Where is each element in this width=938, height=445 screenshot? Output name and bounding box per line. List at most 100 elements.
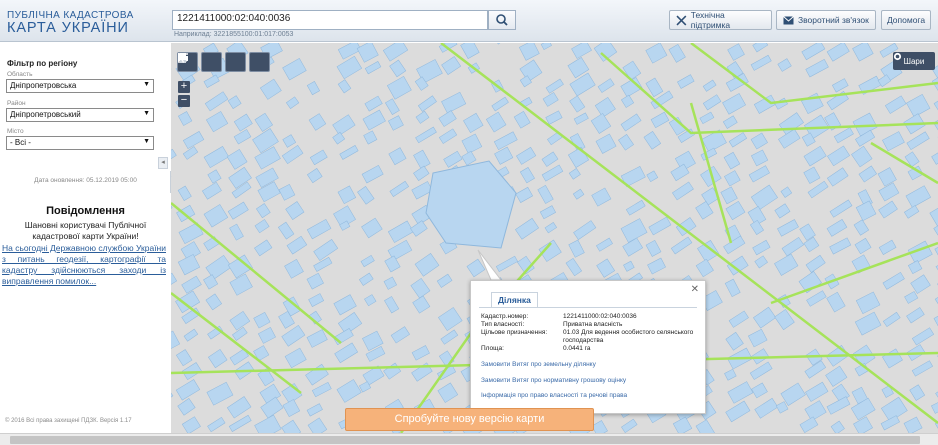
land-parcel[interactable] xyxy=(805,58,829,78)
land-parcel[interactable] xyxy=(286,235,308,255)
land-parcel[interactable] xyxy=(229,223,244,241)
land-parcel[interactable] xyxy=(201,181,222,200)
land-parcel[interactable] xyxy=(853,219,870,236)
land-parcel[interactable] xyxy=(177,185,192,201)
land-parcel[interactable] xyxy=(750,184,778,210)
land-parcel[interactable] xyxy=(466,258,486,278)
land-parcel[interactable] xyxy=(853,416,873,433)
land-parcel[interactable] xyxy=(203,236,220,251)
land-parcel[interactable] xyxy=(833,127,854,144)
land-parcel[interactable] xyxy=(749,361,773,380)
search-input[interactable]: 1221411000:02:040:0036 xyxy=(172,10,488,30)
identify-tool[interactable] xyxy=(178,52,270,72)
land-parcel[interactable] xyxy=(232,326,248,341)
land-parcel[interactable] xyxy=(336,379,362,403)
land-parcel[interactable] xyxy=(284,258,304,279)
land-parcel[interactable] xyxy=(177,398,196,416)
land-parcel[interactable] xyxy=(518,43,540,61)
land-parcel[interactable] xyxy=(281,144,304,165)
land-parcel[interactable] xyxy=(749,219,764,235)
land-parcel[interactable] xyxy=(695,258,714,278)
land-parcel[interactable] xyxy=(203,204,229,228)
land-parcel[interactable] xyxy=(539,205,557,220)
land-parcel[interactable] xyxy=(282,57,307,81)
land-parcel[interactable] xyxy=(695,419,715,433)
land-parcel[interactable] xyxy=(754,397,779,419)
land-parcel[interactable] xyxy=(777,219,799,237)
land-parcel[interactable] xyxy=(670,236,693,255)
land-parcel[interactable] xyxy=(171,272,178,293)
land-parcel[interactable] xyxy=(751,149,769,167)
land-parcel[interactable] xyxy=(226,396,252,419)
land-parcel[interactable] xyxy=(858,165,877,183)
land-parcel[interactable] xyxy=(436,273,453,288)
land-parcel[interactable] xyxy=(362,109,386,131)
land-parcel[interactable] xyxy=(205,293,223,311)
land-parcel[interactable] xyxy=(541,151,559,167)
land-parcel[interactable] xyxy=(646,170,659,183)
land-parcel[interactable] xyxy=(364,294,377,307)
land-parcel[interactable] xyxy=(801,43,826,61)
land-parcel[interactable] xyxy=(308,293,325,307)
land-parcel[interactable] xyxy=(702,94,722,111)
land-parcel[interactable] xyxy=(385,98,400,115)
land-parcel[interactable] xyxy=(878,200,898,219)
land-parcel[interactable] xyxy=(677,74,695,89)
land-parcel[interactable] xyxy=(515,186,534,203)
popup-link[interactable]: Замовити Витяг про нормативну грошову оц… xyxy=(481,377,626,384)
land-parcel[interactable] xyxy=(388,115,404,131)
land-parcel[interactable] xyxy=(878,182,900,202)
land-parcel[interactable] xyxy=(572,188,585,200)
region-select[interactable]: Дніпропетровська ▼ xyxy=(6,79,154,93)
land-parcel[interactable] xyxy=(311,381,332,398)
popup-link[interactable]: Інформація про право власності та речові… xyxy=(481,392,627,399)
land-parcel[interactable] xyxy=(175,349,193,367)
land-parcel[interactable] xyxy=(305,363,329,386)
land-parcel[interactable] xyxy=(907,260,923,275)
land-parcel[interactable] xyxy=(387,220,414,243)
land-parcel[interactable] xyxy=(724,278,741,298)
print-button[interactable] xyxy=(178,52,246,72)
land-parcel[interactable] xyxy=(386,76,412,100)
close-icon[interactable]: ✕ xyxy=(691,284,699,295)
zoom-in-button[interactable]: + xyxy=(178,81,190,93)
land-parcel[interactable] xyxy=(313,239,339,261)
land-parcel[interactable] xyxy=(334,342,359,364)
land-parcel[interactable] xyxy=(727,381,754,404)
support-button[interactable]: Технічна підтримка xyxy=(669,10,772,30)
land-parcel[interactable] xyxy=(332,131,346,145)
land-parcel[interactable] xyxy=(728,132,748,148)
land-parcel[interactable] xyxy=(203,74,220,88)
land-parcel[interactable] xyxy=(672,181,694,201)
land-parcel[interactable] xyxy=(775,401,789,414)
land-parcel[interactable] xyxy=(807,180,829,199)
land-parcel[interactable] xyxy=(181,275,202,294)
land-parcel[interactable] xyxy=(443,150,463,168)
land-parcel[interactable] xyxy=(336,55,363,80)
land-parcel[interactable] xyxy=(595,133,617,154)
land-parcel[interactable] xyxy=(544,222,558,234)
land-parcel[interactable] xyxy=(931,147,938,165)
land-parcel[interactable] xyxy=(182,131,205,150)
land-parcel[interactable] xyxy=(332,114,356,136)
land-parcel[interactable] xyxy=(306,329,328,348)
land-parcel[interactable] xyxy=(648,216,672,236)
land-parcel[interactable] xyxy=(489,43,511,45)
land-parcel[interactable] xyxy=(313,256,333,272)
land-parcel[interactable] xyxy=(306,403,323,417)
land-parcel[interactable] xyxy=(911,327,935,346)
land-parcel[interactable] xyxy=(383,362,402,380)
land-parcel[interactable] xyxy=(417,95,437,112)
land-parcel[interactable] xyxy=(803,166,821,184)
land-parcel[interactable] xyxy=(854,237,872,255)
land-parcel[interactable] xyxy=(183,328,199,342)
new-version-button[interactable]: Спробуйте нову версію карти xyxy=(345,408,594,431)
land-parcel[interactable] xyxy=(540,43,552,50)
land-parcel[interactable] xyxy=(363,130,378,145)
land-parcel[interactable] xyxy=(852,43,874,62)
land-parcel[interactable] xyxy=(750,132,768,150)
land-parcel[interactable] xyxy=(415,110,430,124)
land-parcel[interactable] xyxy=(799,416,819,433)
land-parcel[interactable] xyxy=(227,95,242,109)
land-parcel[interactable] xyxy=(307,417,328,433)
